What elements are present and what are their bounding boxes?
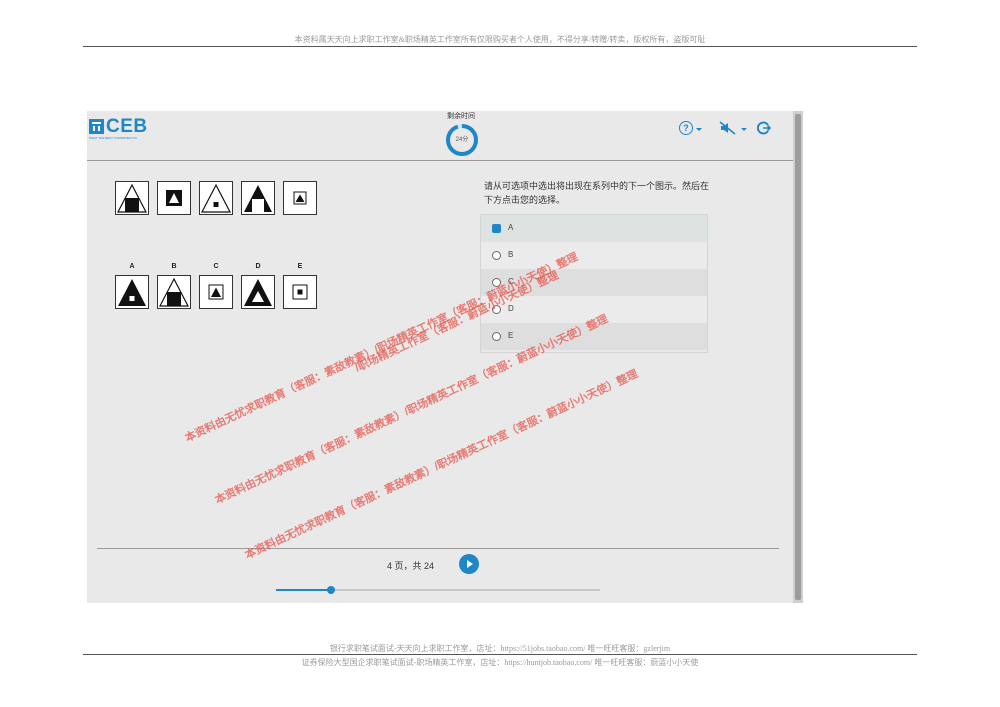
footer-divider <box>97 548 779 549</box>
option-figure-a <box>115 275 149 309</box>
answer-option-a[interactable]: A <box>481 215 707 242</box>
progress-fill <box>276 589 332 591</box>
sound-off-icon[interactable] <box>719 121 737 135</box>
exit-icon[interactable] <box>757 121 771 135</box>
timer-label: 剩余时间 <box>447 113 475 120</box>
header-divider <box>87 160 793 161</box>
caret-down-icon[interactable] <box>696 128 702 131</box>
ceb-logo: CEB WHAT THE BEST COMPANIES DO <box>89 116 149 147</box>
option-figure-c <box>199 275 233 309</box>
help-icon[interactable]: ? <box>679 121 693 135</box>
option-letter-b: B <box>171 263 177 270</box>
option-letter-d: D <box>255 263 261 270</box>
sequence-figure-4 <box>241 181 275 215</box>
timer: 24分 <box>445 123 479 157</box>
sequence-figure-5 <box>283 181 317 215</box>
document-header-notice: 本资料属天天向上求职工作室&职场精英工作室所有仅限购买者个人使用，不得分享/转赠… <box>294 35 706 44</box>
radio-icon[interactable] <box>492 251 501 260</box>
timer-value: 24分 <box>455 137 469 143</box>
answer-option-b[interactable]: B <box>481 242 707 269</box>
progress-knob <box>327 586 336 594</box>
caret-down-icon[interactable] <box>741 128 747 131</box>
logo-tagline: WHAT THE BEST COMPANIES DO <box>89 136 137 140</box>
radio-icon[interactable] <box>492 332 501 341</box>
building-icon <box>89 119 104 134</box>
option-figure-e <box>283 275 317 309</box>
document-footer-line1: 银行求职笔试面试-天天向上求职工作室，店址：https://51jobs.tao… <box>329 644 671 653</box>
answer-label: A <box>508 223 514 232</box>
footer-rule <box>83 654 917 655</box>
question-instructions: 请从可选项中选出将出现在系列中的下一个图示。然后在下方点击您的选择。 <box>484 181 710 205</box>
radio-selected-icon[interactable] <box>492 224 501 233</box>
sequence-figure-3 <box>199 181 233 215</box>
sequence-figure-1 <box>115 181 149 215</box>
progress-bar <box>276 586 600 594</box>
scrollbar[interactable] <box>793 111 803 603</box>
scrollbar-thumb[interactable] <box>795 114 801 600</box>
logo-text: CEB <box>106 116 148 137</box>
answer-label: B <box>508 250 514 259</box>
option-figure-b <box>157 275 191 309</box>
answer-label: E <box>508 331 514 340</box>
header-rule <box>83 46 917 47</box>
option-figure-d <box>241 275 275 309</box>
option-letter-e: E <box>297 263 303 270</box>
page-indicator: 4 页，共 24 <box>387 561 435 571</box>
option-letter-c: C <box>213 263 219 270</box>
option-letter-a: A <box>129 263 135 270</box>
next-page-button[interactable] <box>459 554 479 574</box>
test-screen: CEB WHAT THE BEST COMPANIES DO 剩余时间 24分 … <box>87 111 803 603</box>
document-footer-line2: 证券保险大型国企求职笔试面试-职场精英工作室，店址：https://huntjo… <box>301 658 699 667</box>
sequence-figure-2 <box>157 181 191 215</box>
